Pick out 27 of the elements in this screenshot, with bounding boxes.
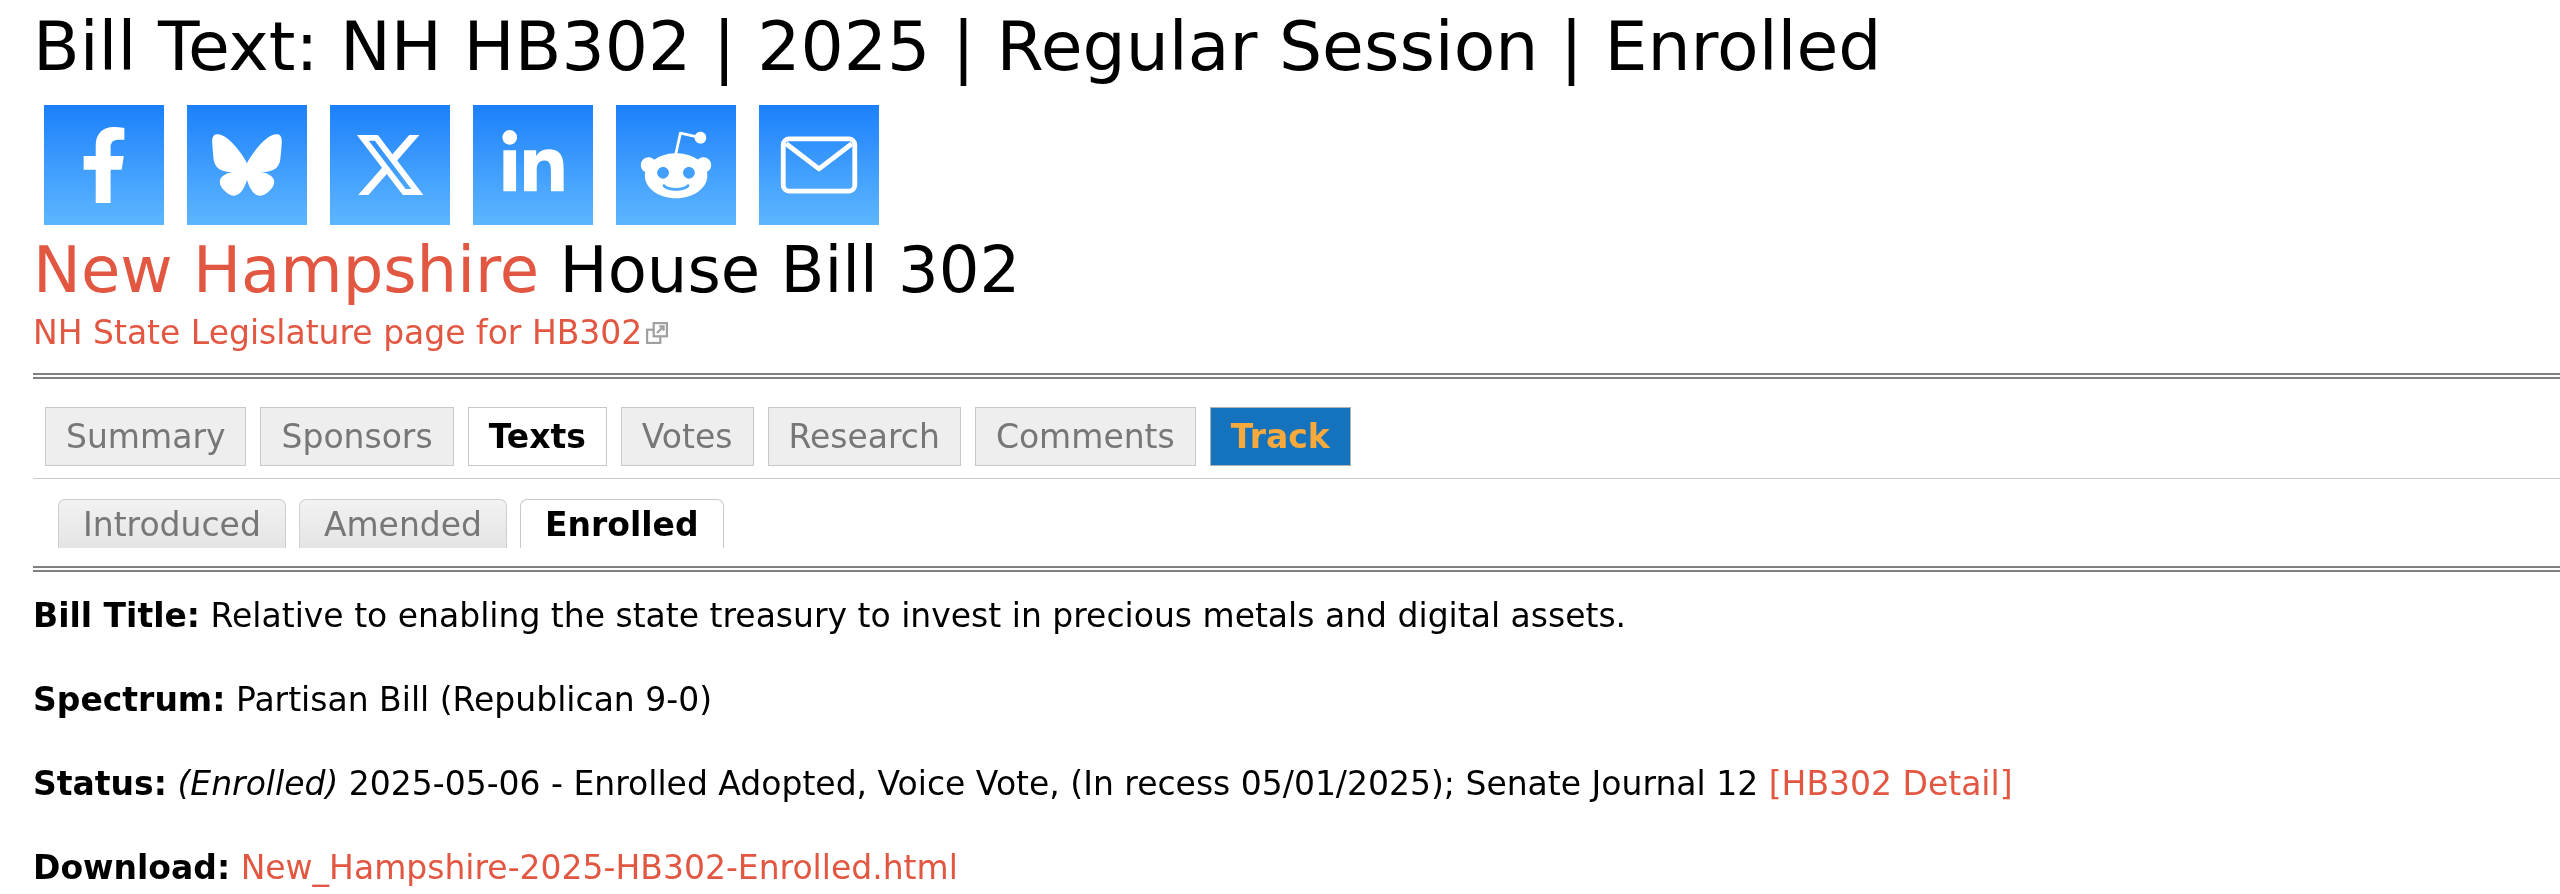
facebook-icon[interactable] <box>44 105 164 225</box>
tab[interactable]: Sponsors <box>260 407 454 466</box>
inline-link[interactable]: [HB302 Detail] <box>1768 764 2013 803</box>
track-button[interactable]: Track <box>1209 407 1351 466</box>
tab[interactable]: Texts <box>467 407 607 466</box>
detail-line: Download: New_Hampshire-2025-HB302-Enrolled.html <box>33 848 958 888</box>
reddit-alien-icon[interactable] <box>616 105 736 225</box>
inline-link[interactable]: New_Hampshire-2025-HB302-Enrolled.html <box>240 848 958 887</box>
text-version-tab[interactable]: Amended <box>298 499 507 548</box>
mail-icon[interactable] <box>759 105 879 225</box>
state-link[interactable]: New Hampshire <box>33 233 540 307</box>
page-title: Bill Text: NH HB302 | 2025 | Regular Session | Enrolled <box>33 8 1882 86</box>
tab[interactable]: Votes <box>620 407 754 466</box>
external-link-icon <box>646 322 669 344</box>
text-version-tab[interactable]: Introduced <box>58 499 286 548</box>
linkedin-icon[interactable] <box>473 105 593 225</box>
bill-heading: New Hampshire House Bill 302 <box>33 233 1021 307</box>
tab[interactable]: Summary <box>45 407 247 466</box>
x-logo-icon[interactable] <box>330 105 450 225</box>
legislature-link[interactable]: NH State Legislature page for HB302 <box>33 313 643 353</box>
detail-line: Status: (Enrolled) 2025-05-06 - Enrolled Adopted, Voice Vote, (In recess 05/01/2025); Senate Journal 12 [HB302 Detail] <box>33 764 2013 804</box>
tab[interactable]: Comments <box>974 407 1196 466</box>
detail-line: Spectrum: Partisan Bill (Republican 9-0) <box>33 680 713 720</box>
butterfly-icon[interactable] <box>187 105 307 225</box>
detail-line: Bill Title: Relative to enabling the state treasury to invest in precious metals and digital assets. <box>33 596 1627 636</box>
text-version-tab[interactable]: Enrolled <box>520 499 724 548</box>
tab[interactable]: Research <box>767 407 961 466</box>
